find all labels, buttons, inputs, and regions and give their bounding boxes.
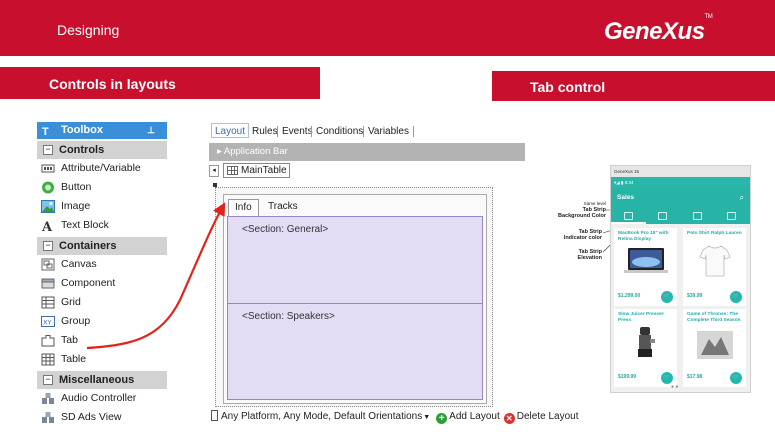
tab-page-body: <Section: General> <Section: Speakers> — [227, 216, 483, 400]
genexus-logo: GeneXusTM — [604, 14, 713, 45]
layout-designer: Layout Rules Events Conditions Variables… — [207, 121, 578, 425]
tab-tracks[interactable]: Tracks — [262, 199, 304, 216]
annotation-elevation: Tab Strip Elevation — [577, 249, 602, 261]
phone-tab-strip — [611, 208, 750, 224]
page-dots: ● ● — [671, 384, 679, 390]
toolbox-item-grid[interactable]: Grid — [37, 293, 167, 312]
delete-icon: ✕ — [503, 413, 515, 424]
toolbox-item-group[interactable]: XY Group — [37, 312, 167, 331]
annotation-bg-color: Tab Strip Background Color — [558, 207, 606, 219]
tab-separator — [277, 126, 278, 137]
layout-canvas: Info Tracks <Section: General> <Section:… — [215, 187, 493, 407]
section-header-tab-control: Tab control — [492, 71, 775, 101]
image-icon — [41, 200, 55, 213]
toolbox-item-tab[interactable]: Tab — [37, 331, 167, 350]
add-to-cart-icon[interactable]: 🛒 — [661, 372, 673, 384]
layout-footer: Any Platform, Any Mode, Default Orientat… — [211, 409, 578, 425]
toolbox-item-table[interactable]: Table — [37, 350, 167, 369]
add-to-cart-icon[interactable]: 🛒 — [661, 291, 673, 303]
tab-icon — [41, 335, 55, 347]
canvas-icon — [41, 258, 55, 271]
table-icon — [227, 166, 238, 175]
toolbox-panel: T Toolbox ⊥ − Controls Attribute/Variabl… — [37, 122, 167, 437]
phone-title-bar: GeneXus 15 — [611, 166, 750, 177]
toolbox-item-text-block[interactable]: A Text Block — [37, 216, 167, 235]
tab-rules[interactable]: Rules — [250, 124, 280, 139]
toolbox-group-controls[interactable]: − Controls — [37, 141, 167, 159]
application-bar[interactable]: ▸ Application Bar — [209, 143, 525, 161]
add-icon: + — [436, 413, 448, 424]
tab-variables[interactable]: Variables — [366, 124, 411, 139]
button-icon — [42, 181, 54, 194]
collapse-icon[interactable]: − — [43, 375, 53, 385]
add-layout-button[interactable]: Add Layout — [449, 411, 500, 422]
toolbox-item-component[interactable]: Component — [37, 274, 167, 293]
add-to-cart-icon[interactable]: 🛒 — [730, 291, 742, 303]
tab-events[interactable]: Events — [280, 124, 315, 139]
section-speakers[interactable]: <Section: Speakers> — [228, 304, 482, 399]
phone-status-bar: ▾◢ ▮ 6:34 — [611, 177, 750, 188]
table-icon — [41, 353, 55, 366]
dvd-cover-image — [697, 331, 733, 359]
grid-icon — [41, 296, 55, 309]
list-tab-icon[interactable] — [727, 212, 736, 220]
toolbox-item-attribute-variable[interactable]: Attribute/Variable — [37, 159, 167, 178]
product-card[interactable]: Slow Juicer Presser Press $199.99 🛒 — [614, 309, 677, 387]
tab-conditions[interactable]: Conditions — [314, 124, 365, 139]
audio-controller-icon — [42, 393, 54, 404]
attribute-variable-icon — [41, 164, 55, 173]
phone-app-bar: Sales ⌕ — [611, 188, 750, 208]
toolbox-item-sd-ads-view[interactable]: SD Ads View — [37, 408, 167, 427]
people-tab-icon[interactable] — [693, 212, 702, 220]
product-card[interactable]: MacBook Pro 15" with Retina Display $1,2… — [614, 228, 677, 306]
toolbox-header: T Toolbox ⊥ — [37, 122, 167, 139]
toolbox-item-image[interactable]: Image — [37, 197, 167, 216]
add-to-cart-icon[interactable]: 🛒 — [730, 372, 742, 384]
toolbox-icon: T — [42, 126, 49, 138]
juicer-image — [638, 327, 655, 357]
platform-selector[interactable]: Any Platform, Any Mode, Default Orientat… — [221, 411, 422, 422]
navigate-left-button[interactable]: ◂ — [209, 165, 219, 177]
section-general[interactable]: <Section: General> — [228, 217, 482, 304]
delete-layout-button[interactable]: Delete Layout — [517, 411, 579, 422]
toolbox-group-containers[interactable]: − Containers — [37, 237, 167, 255]
tab-indicator — [611, 222, 646, 224]
device-icon — [211, 410, 218, 421]
toolbox-item-button[interactable]: Button — [37, 178, 167, 197]
collapse-icon[interactable]: − — [43, 241, 53, 251]
laptop-image — [624, 248, 668, 273]
search-icon[interactable]: ⌕ — [740, 188, 744, 208]
component-icon — [41, 278, 55, 289]
toolbox-item-canvas[interactable]: Canvas — [37, 255, 167, 274]
svg-text:XY: XY — [43, 319, 51, 327]
tab-separator — [311, 126, 312, 137]
annotation-indicator: Tab Strip Indicator color — [563, 229, 602, 241]
sd-ads-view-icon — [42, 412, 54, 423]
cart-tab-icon[interactable] — [658, 212, 667, 220]
product-card[interactable]: Game of Thrones: The Complete Third Seas… — [683, 309, 746, 387]
status-icons: ▾◢ ▮ 6:34 — [614, 180, 634, 185]
group-icon: XY — [41, 316, 55, 327]
pin-icon[interactable]: ⊥ — [147, 122, 155, 139]
tab-layout[interactable]: Layout — [211, 123, 250, 138]
home-tab-icon[interactable] — [624, 212, 633, 220]
collapse-icon[interactable]: − — [43, 145, 53, 155]
tab-separator — [363, 126, 364, 137]
section-header-controls: Controls in layouts — [0, 67, 320, 99]
tab-control[interactable]: Info Tracks <Section: General> <Section:… — [223, 194, 487, 404]
expand-icon[interactable]: ▸ — [217, 146, 224, 157]
toolbox-group-miscellaneous[interactable]: − Miscellaneous — [37, 371, 167, 389]
toolbox-item-audio-controller[interactable]: Audio Controller — [37, 389, 167, 408]
main-table-breadcrumb[interactable]: MainTable — [223, 163, 290, 178]
top-banner: Designing GeneXusTM — [0, 0, 775, 56]
text-block-icon: A — [41, 220, 53, 232]
polo-shirt-image — [699, 245, 731, 277]
dropdown-caret-icon[interactable]: ▼ — [423, 414, 430, 421]
product-card[interactable]: Polo Shirt Ralph Lauren $39.99 🛒 — [683, 228, 746, 306]
phone-preview: GeneXus 15 ▾◢ ▮ 6:34 Sales ⌕ MacBook Pro… — [610, 165, 751, 393]
svg-text:A: A — [41, 220, 53, 232]
editor-tabbar: Layout Rules Events Conditions Variables — [207, 121, 525, 140]
tab-separator — [413, 126, 414, 137]
slide-title: Designing — [57, 22, 120, 38]
